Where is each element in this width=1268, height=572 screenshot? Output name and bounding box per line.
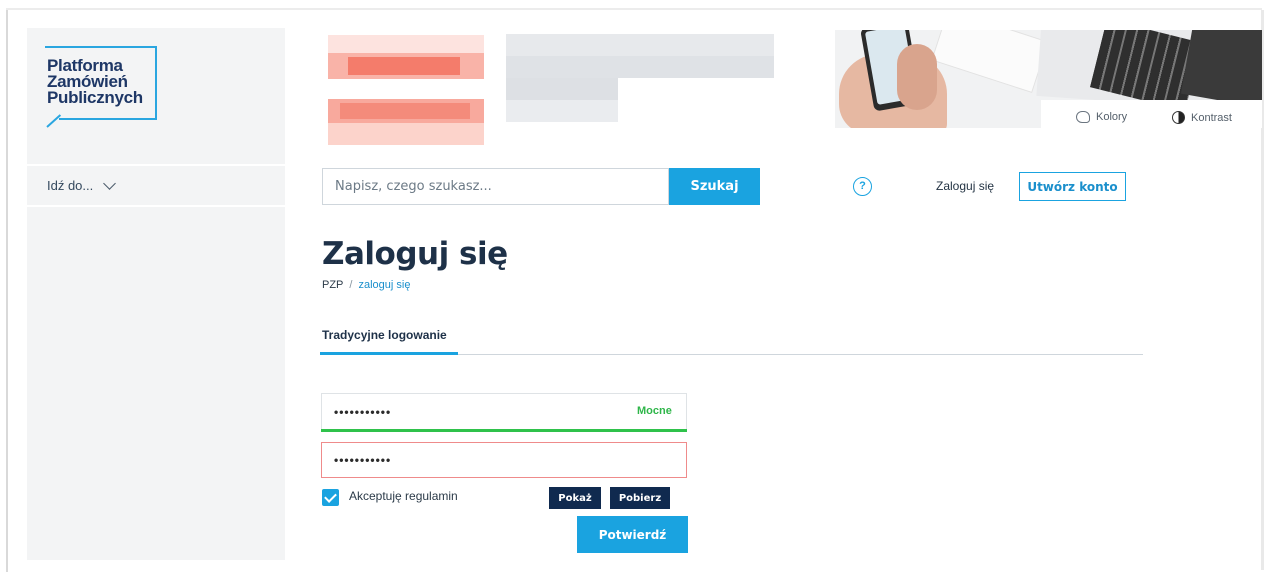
hero-card [931, 30, 1049, 94]
password-strength-bar [321, 429, 687, 432]
browser-frame: Platforma Zamówień Publicznych Idź do... [0, 0, 1268, 572]
tabs-divider [458, 354, 1143, 355]
breadcrumb: PZP / zaloguj się [322, 279, 410, 291]
sidebar-divider [27, 205, 285, 207]
redacted-subtitle-block [506, 34, 774, 122]
logo-text: Platforma Zamówień Publicznych [47, 57, 143, 107]
logo-tail [46, 114, 62, 128]
breadcrumb-home[interactable]: PZP [322, 279, 343, 291]
terms-checkbox[interactable] [322, 489, 339, 506]
page-title: Zaloguj się [322, 236, 508, 272]
palette-icon [1076, 111, 1090, 123]
sidebar-divider [27, 164, 285, 166]
goto-label: Idź do... [47, 178, 94, 193]
logo-frame-right [155, 46, 157, 120]
logo-frame-bottom [59, 118, 157, 120]
logo-line-3: Publicznych [47, 88, 143, 107]
login-link[interactable]: Zaloguj się [936, 179, 994, 193]
sidebar: Platforma Zamówień Publicznych Idź do... [27, 28, 285, 560]
terms-label: Akceptuję regulamin [349, 489, 458, 503]
contrast-toggle[interactable]: Kontrast [1172, 111, 1232, 124]
active-tab-indicator [320, 352, 458, 355]
tab-traditional-login[interactable]: Tradycyjne logowanie [322, 328, 447, 342]
platform-logo[interactable]: Platforma Zamówień Publicznych [45, 46, 157, 142]
search-input[interactable] [322, 168, 669, 205]
breadcrumb-current[interactable]: zaloguj się [358, 279, 410, 291]
show-button[interactable]: Pokaż [549, 487, 601, 509]
confirm-button[interactable]: Potwierdź [577, 516, 688, 553]
password-strength-label: Mocne [637, 405, 672, 417]
frame-left-edge [6, 10, 8, 572]
contrast-icon [1172, 111, 1185, 124]
contrast-label: Kontrast [1191, 111, 1232, 124]
create-account-button[interactable]: Utwórz konto [1019, 172, 1126, 201]
redacted-title-block [328, 35, 484, 145]
breadcrumb-separator: / [349, 279, 353, 291]
goto-dropdown[interactable]: Idź do... [47, 177, 117, 193]
hero-finger [897, 44, 937, 110]
password-field[interactable] [321, 393, 687, 429]
frame-top-edge [6, 8, 1262, 10]
logo-area: Platforma Zamówień Publicznych [27, 28, 285, 164]
chevron-down-icon [103, 177, 117, 190]
colors-label: Kolory [1096, 111, 1128, 123]
password-confirm-field[interactable] [321, 442, 687, 478]
download-button[interactable]: Pobierz [610, 487, 670, 509]
search-button[interactable]: Szukaj [669, 168, 760, 205]
logo-frame-top [45, 46, 157, 48]
help-icon[interactable]: ? [853, 177, 872, 196]
colors-toggle[interactable]: Kolory [1076, 111, 1127, 123]
